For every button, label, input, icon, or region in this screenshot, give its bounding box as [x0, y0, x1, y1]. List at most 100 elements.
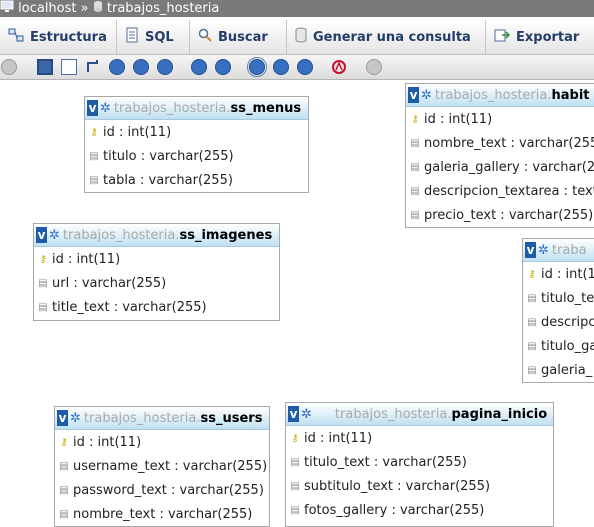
table-habit[interactable]: v ✲ trabajos_hosteria. habit ⚷ id : int(11… [405, 83, 594, 228]
help-icon[interactable] [157, 59, 173, 75]
table-name: ss_users [200, 410, 263, 426]
toggle-columns-icon[interactable]: v [36, 227, 47, 243]
database-icon [93, 0, 103, 17]
angular-link-icon[interactable] [191, 59, 207, 75]
tab-structure[interactable]: Estructura [0, 20, 117, 54]
toggle-columns-icon[interactable]: v [87, 100, 98, 116]
table-pagina-inicio[interactable]: v ✲ trabajos_hosteria. pagina_inicio ⚷ id … [285, 402, 554, 527]
table-ss-menus[interactable]: v ✲ trabajos_hosteria. ss_menus ⚷ id : int… [84, 96, 309, 193]
column-row[interactable]: ⚷ id : int(11) [34, 247, 279, 271]
toggle-columns-icon[interactable]: v [57, 410, 68, 426]
column-icon: ▤ [290, 480, 300, 492]
primary-key-icon: ⚷ [411, 113, 419, 125]
database-prefix: traba [551, 242, 587, 258]
export-icon [494, 27, 511, 47]
table-header[interactable]: v ✲ trabajos_hosteria. ss_imagenes [34, 224, 279, 247]
column-row[interactable]: ⚷ id : int(11) [406, 107, 594, 131]
tab-export[interactable]: Exportar [486, 20, 594, 54]
column-icon: ▤ [59, 484, 69, 496]
column-icon: ▤ [527, 364, 537, 376]
database-prefix: trabajos_hosteria. [434, 87, 552, 103]
column-row[interactable]: ▤ subtitulo_text : varchar(255) [286, 474, 553, 498]
table-header[interactable]: v ✲ trabajos_hosteria. pagina_inicio [286, 403, 553, 426]
gear-icon[interactable]: ✲ [538, 243, 549, 258]
table-ss-users[interactable]: v ✲ trabajos_hosteria. ss_users ⚷ id : int… [54, 406, 270, 527]
table-ss-imagenes[interactable]: v ✲ trabajos_hosteria. ss_imagenes ⚷ id : … [33, 223, 280, 321]
toggle-columns-icon[interactable]: v [288, 406, 299, 422]
table-name: ss_menus [230, 100, 302, 116]
pdf-icon[interactable] [331, 59, 347, 75]
direct-link-icon[interactable] [215, 59, 231, 75]
column-row[interactable]: ⚷ id : int(11) [55, 430, 269, 454]
column-icon: ▤ [527, 316, 537, 328]
column-row[interactable]: ▤ password_text : varchar(255) [55, 478, 269, 502]
database-prefix: trabajos_hosteria. [62, 227, 180, 243]
column-row[interactable]: ▤ galeria_ [523, 358, 594, 382]
toggle-columns-icon[interactable]: v [525, 242, 536, 258]
column-row[interactable]: ▤ titulo_ga [523, 334, 594, 358]
table-header[interactable]: v ✲ trabajos_hosteria. ss_users [55, 407, 269, 430]
column-row[interactable]: ▤ titulo_text : varchar(255) [286, 450, 553, 474]
save-icon[interactable] [37, 59, 53, 75]
table-name: ss_imagenes [179, 227, 273, 243]
breadcrumb-server[interactable]: localhost [18, 1, 76, 16]
toggle-small-big-icon[interactable] [297, 59, 313, 75]
column-row[interactable]: ▤ descripcion_textarea : text [406, 179, 594, 203]
page-icon[interactable] [61, 59, 77, 75]
column-row[interactable]: ⚷ id : int(1 [523, 262, 594, 286]
zoom-in-icon[interactable] [109, 59, 125, 75]
small-big-icon[interactable] [273, 59, 289, 75]
table-name: habit [551, 87, 590, 103]
gear-icon[interactable]: ✲ [70, 411, 81, 426]
gear-icon[interactable]: ✲ [100, 101, 111, 116]
column-row[interactable]: ⚷ id : int(11) [85, 120, 308, 144]
table-header[interactable]: v ✲ trabajos_hosteria. habit [406, 84, 594, 107]
column-row[interactable]: ▤ title_text : varchar(255) [34, 295, 279, 319]
gear-icon[interactable]: ✲ [421, 88, 432, 103]
toggle-columns-icon[interactable]: v [408, 87, 419, 103]
relation-icon[interactable] [85, 59, 101, 75]
tab-sql[interactable]: SQL [117, 20, 190, 54]
column-icon: ▤ [38, 277, 48, 289]
designer-toolbar [0, 55, 594, 80]
column-icon: ▤ [59, 508, 69, 520]
column-icon: ▤ [290, 456, 300, 468]
column-row[interactable]: ▤ precio_text : varchar(255) [406, 203, 594, 227]
primary-key-icon: ⚷ [90, 126, 98, 138]
column-row[interactable]: ▤ username_text : varchar(255) [55, 454, 269, 478]
query-icon [295, 27, 307, 47]
close-icon[interactable] [366, 59, 382, 75]
column-row[interactable]: ▤ titulo_te [523, 286, 594, 310]
tab-query[interactable]: Generar una consulta [287, 20, 486, 54]
table-header[interactable]: v ✲ traba [523, 239, 594, 262]
database-prefix: trabajos_hosteria. [334, 406, 452, 422]
tab-search[interactable]: Buscar [190, 20, 287, 54]
table-header[interactable]: v ✲ trabajos_hosteria. ss_menus [85, 97, 308, 120]
designer-canvas: v ✲ trabajos_hosteria. ss_menus ⚷ id : int… [0, 80, 594, 527]
tab-bar: Estructura SQL Buscar Generar una consul… [0, 20, 594, 55]
snap-to-grid-icon[interactable] [247, 57, 267, 77]
column-icon: ▤ [410, 185, 420, 197]
gear-icon[interactable]: ✲ [301, 407, 312, 422]
breadcrumb-database[interactable]: trabajos_hosteria [107, 1, 219, 16]
column-icon: ▤ [410, 161, 420, 173]
zoom-out-icon[interactable] [133, 59, 149, 75]
primary-key-icon: ⚷ [60, 436, 68, 448]
primary-key-icon: ⚷ [528, 268, 536, 280]
gear-icon[interactable]: ✲ [49, 228, 60, 243]
column-row[interactable]: ▤ url : varchar(255) [34, 271, 279, 295]
breadcrumb: localhost » trabajos_hosteria [0, 0, 594, 17]
column-row[interactable]: ▤ fotos_gallery : varchar(255) [286, 498, 553, 522]
column-row[interactable]: ▤ tabla : varchar(255) [85, 168, 308, 192]
table-partial[interactable]: v ✲ traba ⚷ id : int(1 ▤ titulo_te ▤ descri… [522, 238, 594, 383]
column-row[interactable]: ▤ descripc [523, 310, 594, 334]
column-row[interactable]: ▤ nombre_text : varchar(255) [55, 502, 269, 526]
hide-icon[interactable] [1, 59, 17, 75]
column-icon: ▤ [59, 460, 69, 472]
database-prefix: trabajos_hosteria. [83, 410, 201, 426]
primary-key-icon: ⚷ [291, 432, 299, 444]
column-row[interactable]: ▤ galeria_gallery : varchar(2 [406, 155, 594, 179]
column-row[interactable]: ⚷ id : int(11) [286, 426, 553, 450]
column-row[interactable]: ▤ nombre_text : varchar(255 [406, 131, 594, 155]
column-row[interactable]: ▤ titulo : varchar(255) [85, 144, 308, 168]
